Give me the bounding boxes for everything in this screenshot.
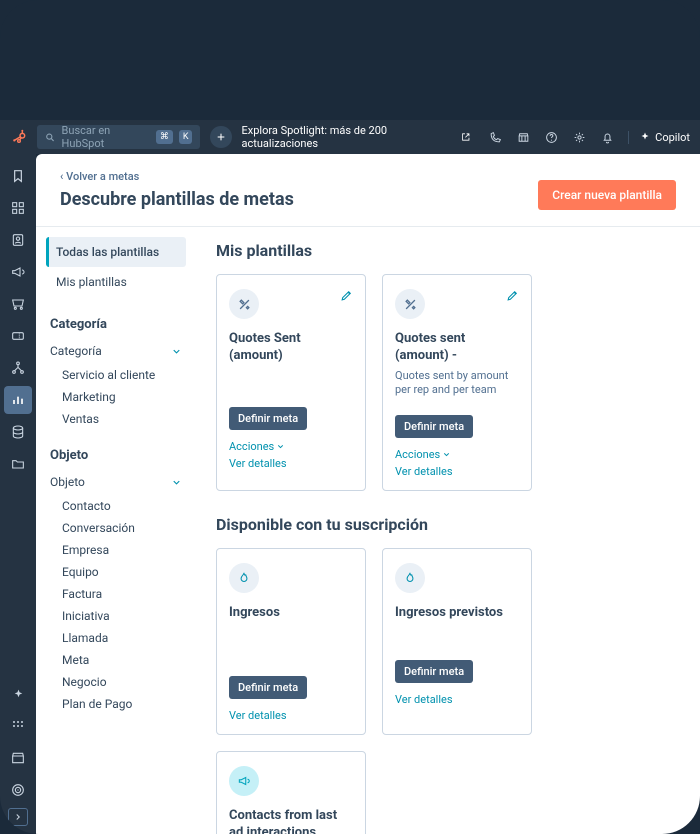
- details-link[interactable]: Ver detalles: [229, 709, 353, 722]
- kbd-cmd: ⌘: [156, 130, 173, 144]
- rail-collapse-icon[interactable]: [8, 808, 28, 826]
- wrench-icon: [395, 289, 425, 319]
- sidebar-item-marketing[interactable]: Marketing: [36, 386, 196, 408]
- sidebar-tab-mine[interactable]: Mis plantillas: [46, 267, 186, 297]
- template-sidebar: Todas las plantillas Mis plantillas Cate…: [36, 227, 196, 834]
- sidebar-item-meta[interactable]: Meta: [36, 649, 196, 671]
- megaphone-icon: [229, 766, 259, 796]
- main-content: Mis plantillas Quotes Sent (amount) Defi…: [196, 227, 700, 834]
- rail-grid-icon[interactable]: [4, 194, 32, 222]
- card-title: Ingresos: [229, 605, 353, 622]
- search-placeholder: Buscar en HubSpot: [62, 124, 150, 150]
- bell-icon[interactable]: [600, 130, 614, 144]
- actions-link[interactable]: Acciones: [229, 440, 353, 453]
- sidebar-expander-object[interactable]: Objeto: [36, 469, 196, 495]
- sidebar-item-empresa[interactable]: Empresa: [36, 539, 196, 561]
- details-link[interactable]: Ver detalles: [229, 457, 353, 470]
- define-goal-button[interactable]: Definir meta: [229, 676, 307, 699]
- template-card: Quotes Sent (amount) Definir meta Accion…: [216, 274, 366, 491]
- actions-link[interactable]: Acciones: [395, 448, 519, 461]
- kbd-k: K: [179, 130, 193, 144]
- hubspot-logo: [10, 128, 27, 146]
- sidebar-section-object: Objeto: [36, 442, 196, 469]
- rail-target-icon[interactable]: [4, 776, 32, 804]
- marketplace-icon[interactable]: [516, 130, 530, 144]
- template-card: Ingresos Definir meta Ver detalles: [216, 548, 366, 735]
- help-icon[interactable]: [544, 130, 558, 144]
- rail-apps-icon[interactable]: [4, 712, 32, 740]
- rail-database-icon[interactable]: [4, 418, 32, 446]
- card-description: Quotes sent by amount per rep and per te…: [395, 369, 519, 398]
- chevron-down-icon: [171, 477, 182, 488]
- rail-folder-icon[interactable]: [4, 450, 32, 478]
- sidebar-section-category: Categoría: [36, 311, 196, 338]
- details-link[interactable]: Ver detalles: [395, 465, 519, 478]
- back-link[interactable]: ‹ Volver a metas: [60, 170, 294, 183]
- page-header: ‹ Volver a metas Descubre plantillas de …: [36, 154, 700, 222]
- template-card: Quotes sent (amount) - Quotes sent by am…: [382, 274, 532, 491]
- sidebar-item-plan[interactable]: Plan de Pago: [36, 693, 196, 715]
- rail-bookmarks-icon[interactable]: [4, 162, 32, 190]
- fire-icon: [229, 563, 259, 593]
- sidebar-item-equipo[interactable]: Equipo: [36, 561, 196, 583]
- create-template-button[interactable]: Crear nueva plantilla: [538, 180, 676, 210]
- card-title: Quotes sent (amount) -: [395, 331, 519, 365]
- template-card: Contacts from last ad interactions Defin…: [216, 751, 366, 834]
- sidebar-item-iniciativa[interactable]: Iniciativa: [36, 605, 196, 627]
- rail-analytics-icon[interactable]: [4, 386, 32, 414]
- sidebar-tab-all[interactable]: Todas las plantillas: [46, 237, 186, 267]
- sidebar-item-ventas[interactable]: Ventas: [36, 408, 196, 430]
- pencil-icon[interactable]: [340, 289, 353, 302]
- add-button[interactable]: [210, 126, 231, 148]
- section-my-templates: Mis plantillas: [216, 241, 680, 260]
- sidebar-item-conversacion[interactable]: Conversación: [36, 517, 196, 539]
- wrench-icon: [229, 289, 259, 319]
- rail-store-icon[interactable]: [4, 744, 32, 772]
- sidebar-item-factura[interactable]: Factura: [36, 583, 196, 605]
- card-title: Quotes Sent (amount): [229, 331, 353, 365]
- rail-megaphone-icon[interactable]: [4, 258, 32, 286]
- search-input[interactable]: Buscar en HubSpot ⌘ K: [37, 125, 200, 149]
- top-icons: [488, 130, 614, 144]
- section-available: Disponible con tu suscripción: [216, 515, 680, 534]
- sidebar-item-negocio[interactable]: Negocio: [36, 671, 196, 693]
- template-card: Ingresos previstos Definir meta Ver deta…: [382, 548, 532, 735]
- gear-icon[interactable]: [572, 130, 586, 144]
- define-goal-button[interactable]: Definir meta: [395, 660, 473, 683]
- copilot-button[interactable]: Copilot: [628, 131, 690, 144]
- fire-icon: [395, 563, 425, 593]
- sidebar-item-contacto[interactable]: Contacto: [36, 495, 196, 517]
- left-rail: [0, 154, 36, 834]
- sidebar-item-servicio[interactable]: Servicio al cliente: [36, 364, 196, 386]
- sidebar-item-llamada[interactable]: Llamada: [36, 627, 196, 649]
- page-title: Descubre plantillas de metas: [60, 189, 294, 210]
- rail-cart-icon[interactable]: [4, 290, 32, 318]
- rail-tree-icon[interactable]: [4, 354, 32, 382]
- rail-sparkle-icon[interactable]: [4, 680, 32, 708]
- define-goal-button[interactable]: Definir meta: [395, 415, 473, 438]
- content: ‹ Volver a metas Descubre plantillas de …: [36, 154, 700, 834]
- chevron-down-icon: [171, 346, 182, 357]
- rail-contact-icon[interactable]: [4, 226, 32, 254]
- phone-icon[interactable]: [488, 130, 502, 144]
- define-goal-button[interactable]: Definir meta: [229, 407, 307, 430]
- spotlight-link[interactable]: Explora Spotlight: más de 200 actualizac…: [242, 124, 471, 150]
- sidebar-expander-category[interactable]: Categoría: [36, 338, 196, 364]
- pencil-icon[interactable]: [506, 289, 519, 302]
- rail-ticket-icon[interactable]: [4, 322, 32, 350]
- topbar: Buscar en HubSpot ⌘ K Explora Spotlight:…: [0, 120, 700, 154]
- details-link[interactable]: Ver detalles: [395, 693, 519, 706]
- card-title: Ingresos previstos: [395, 605, 519, 622]
- card-title: Contacts from last ad interactions: [229, 808, 353, 834]
